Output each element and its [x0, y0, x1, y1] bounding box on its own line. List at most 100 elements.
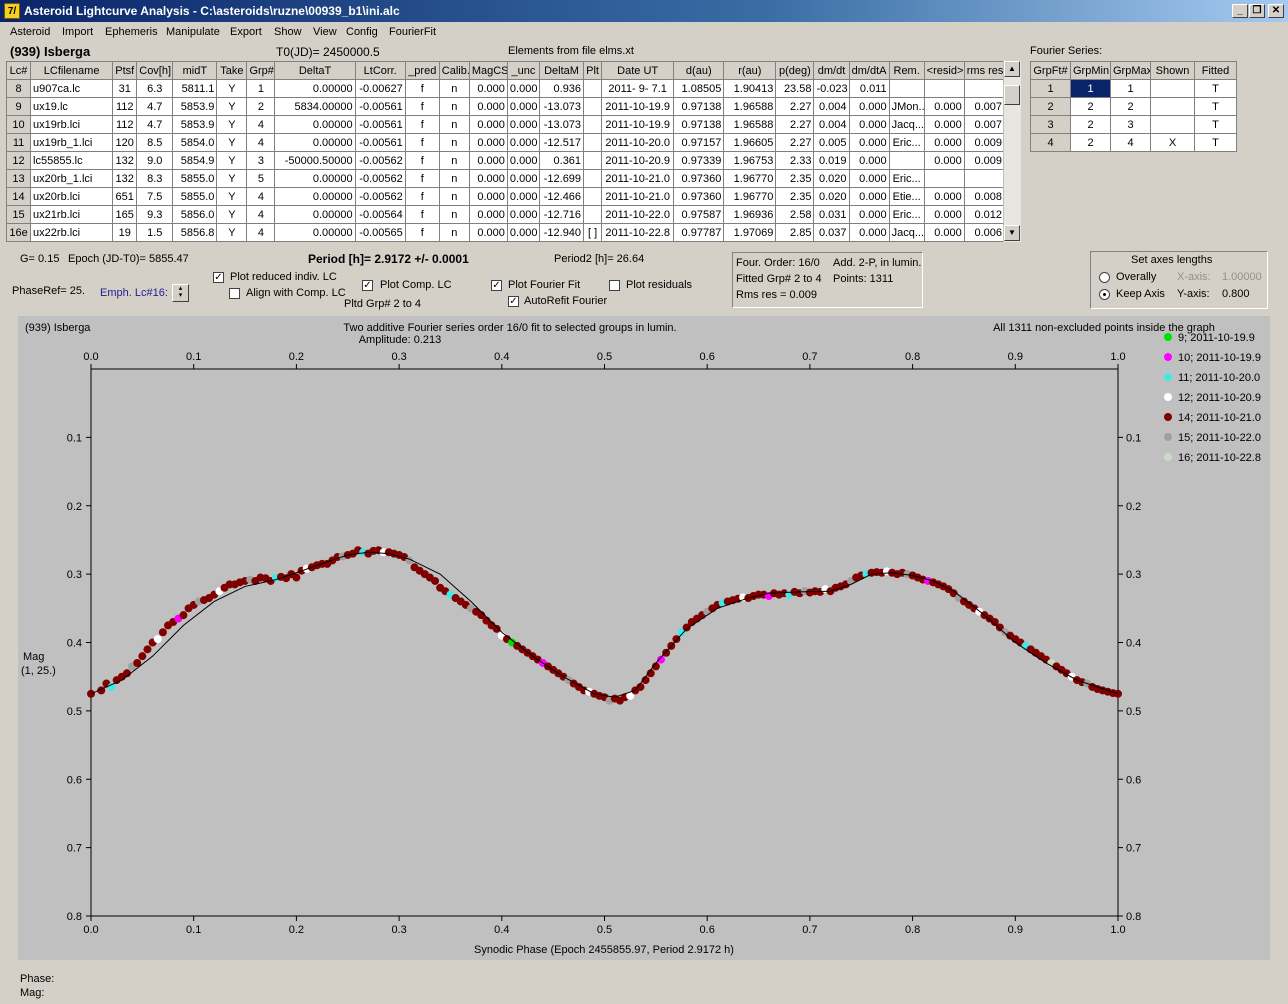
lc-col-header[interactable]: DeltaM	[538, 61, 585, 80]
lc-cell[interactable]: 0.97787	[673, 223, 725, 242]
plot-comp-checkbox[interactable]: ✓	[362, 280, 373, 291]
lc-row-number[interactable]: 10	[6, 115, 32, 134]
lc-cell[interactable]: 0.000	[848, 187, 890, 206]
lc-cell[interactable]: 9.3	[136, 205, 174, 224]
lc-row-number[interactable]: 9	[6, 97, 32, 116]
lc-cell[interactable]: 31	[112, 79, 138, 98]
lc-table-row[interactable]: 9 ux19.lc 112 4.7 5853.9 Y 2 5834.00000 -0.00561…	[6, 97, 1006, 116]
lc-cell[interactable]	[583, 151, 603, 170]
lc-cell[interactable]: 5856.0	[172, 205, 218, 224]
lc-cell[interactable]: 0.000	[468, 115, 508, 134]
lc-cell[interactable]: 2011- 9- 7.1	[601, 79, 675, 98]
lc-cell[interactable]: 0.00000	[274, 187, 356, 206]
fourier-cell[interactable]	[1150, 97, 1195, 116]
fourier-table-row[interactable]: 111T	[1030, 79, 1237, 98]
lc-cell[interactable]: 0.004	[813, 97, 850, 116]
lc-cell[interactable]: -0.00562	[354, 187, 406, 206]
close-button[interactable]: ✕	[1268, 4, 1284, 18]
align-comp-checkbox[interactable]	[229, 288, 240, 299]
lc-cell[interactable]	[583, 169, 603, 188]
lc-cell[interactable]: ux20rb_1.lci	[30, 169, 114, 188]
fourier-cell[interactable]: X	[1150, 133, 1195, 152]
lc-cell[interactable]: 132	[112, 151, 138, 170]
menu-asteroid[interactable]: Asteroid	[10, 26, 50, 38]
yaxis-value[interactable]: 0.800	[1222, 288, 1250, 300]
fourier-cell[interactable]: T	[1194, 115, 1237, 134]
lc-cell[interactable]	[583, 187, 603, 206]
lc-cell[interactable]: 8.3	[136, 169, 174, 188]
lc-cell[interactable]: 4	[246, 205, 276, 224]
lc-cell[interactable]: 0.012	[963, 205, 1006, 224]
fourier-cell[interactable]: 2	[1110, 97, 1151, 116]
lc-cell[interactable]: Eric...	[888, 133, 925, 152]
lc-cell[interactable]: Y	[216, 133, 248, 152]
lc-cell[interactable]: f	[404, 169, 440, 188]
lc-cell[interactable]: 0.00000	[274, 133, 356, 152]
fourier-cell[interactable]: 2	[1070, 115, 1111, 134]
lc-cell[interactable]: f	[404, 133, 440, 152]
lc-cell[interactable]: 6.3	[136, 79, 174, 98]
lc-cell[interactable]: n	[438, 79, 470, 98]
lc-cell[interactable]: -13.073	[538, 115, 585, 134]
lc-cell[interactable]: 0.000	[506, 169, 540, 188]
lc-table-row[interactable]: 13 ux20rb_1.lci 132 8.3 5855.0 Y 5 0.00000 -0.00…	[6, 169, 1006, 188]
lc-cell[interactable]: 5853.9	[172, 115, 218, 134]
plot-residuals-checkbox[interactable]	[609, 280, 620, 291]
lc-cell[interactable]: 4	[246, 223, 276, 242]
lc-col-header[interactable]: _pred	[404, 61, 440, 80]
lc-cell[interactable]: ux19rb_1.lci	[30, 133, 114, 152]
fourier-table-row[interactable]: 424XT	[1030, 133, 1237, 152]
lc-col-header[interactable]: LCfilename	[30, 61, 114, 80]
lc-cell[interactable]: 0.004	[813, 115, 850, 134]
lc-cell[interactable]: -0.00562	[354, 151, 406, 170]
lc-cell[interactable]: n	[438, 97, 470, 116]
lc-col-header[interactable]: Take	[216, 61, 248, 80]
lc-cell[interactable]: 0.361	[538, 151, 585, 170]
lc-cell[interactable]: -50000.50000	[274, 151, 356, 170]
lc-cell[interactable]: 7.5	[136, 187, 174, 206]
lc-cell[interactable]: 0.000	[923, 115, 965, 134]
xaxis-value[interactable]: 1.00000	[1222, 271, 1262, 283]
lc-cell[interactable]	[583, 97, 603, 116]
fourier-cell[interactable]: 4	[1110, 133, 1151, 152]
lc-cell[interactable]: Jacq...	[888, 223, 925, 242]
lc-cell[interactable]: n	[438, 169, 470, 188]
lc-row-number[interactable]: 16e	[6, 223, 32, 242]
lc-cell[interactable]: 0.011	[848, 79, 890, 98]
fourier-cell[interactable]: 2	[1070, 133, 1111, 152]
lc-cell[interactable]: 0.000	[506, 223, 540, 242]
menu-export[interactable]: Export	[230, 26, 262, 38]
lc-table-row[interactable]: 16e ux22rb.lci 19 1.5 5856.8 Y 4 0.00000 -0.0056…	[6, 223, 1006, 242]
lc-cell[interactable]: -12.466	[538, 187, 585, 206]
lc-cell[interactable]: Etie...	[888, 187, 925, 206]
lc-cell[interactable]: 0.000	[923, 205, 965, 224]
lc-cell[interactable]: 4	[246, 115, 276, 134]
lc-row-number[interactable]: 12	[6, 151, 32, 170]
lc-col-header[interactable]: midT	[172, 61, 218, 80]
lc-cell[interactable]: 0.008	[963, 187, 1006, 206]
lc-cell[interactable]: 5854.0	[172, 133, 218, 152]
lc-cell[interactable]: ux19.lc	[30, 97, 114, 116]
lc-cell[interactable]: f	[404, 151, 440, 170]
fourier-table-row[interactable]: 323 T	[1030, 115, 1237, 134]
lc-cell[interactable]: 1.96753	[723, 151, 777, 170]
lc-col-header[interactable]: LtCorr.	[354, 61, 406, 80]
keep-axis-radio[interactable]	[1099, 289, 1110, 300]
lc-cell[interactable]: -0.00561	[354, 133, 406, 152]
lc-cell[interactable]: 0.000	[506, 97, 540, 116]
lc-cell[interactable]: -0.023	[813, 79, 850, 98]
lc-cell[interactable]: 0.000	[848, 133, 890, 152]
lc-cell[interactable]: 0.000	[468, 205, 508, 224]
lc-cell[interactable]: 2.35	[775, 169, 815, 188]
lc-cell[interactable]: -13.073	[538, 97, 585, 116]
scroll-thumb[interactable]	[1004, 85, 1020, 105]
lc-cell[interactable]: lc55855.lc	[30, 151, 114, 170]
lc-cell[interactable]: 112	[112, 97, 138, 116]
lc-cell[interactable]: 4.7	[136, 97, 174, 116]
lc-cell[interactable]: n	[438, 133, 470, 152]
lc-cell[interactable]: 2	[246, 97, 276, 116]
lc-table-row[interactable]: 12 lc55855.lc 132 9.0 5854.9 Y 3 -50000.50000 -0…	[6, 151, 1006, 170]
lc-cell[interactable]: f	[404, 187, 440, 206]
lc-col-header[interactable]: Cov[h]	[136, 61, 174, 80]
lc-cell[interactable]: 0.97157	[673, 133, 725, 152]
